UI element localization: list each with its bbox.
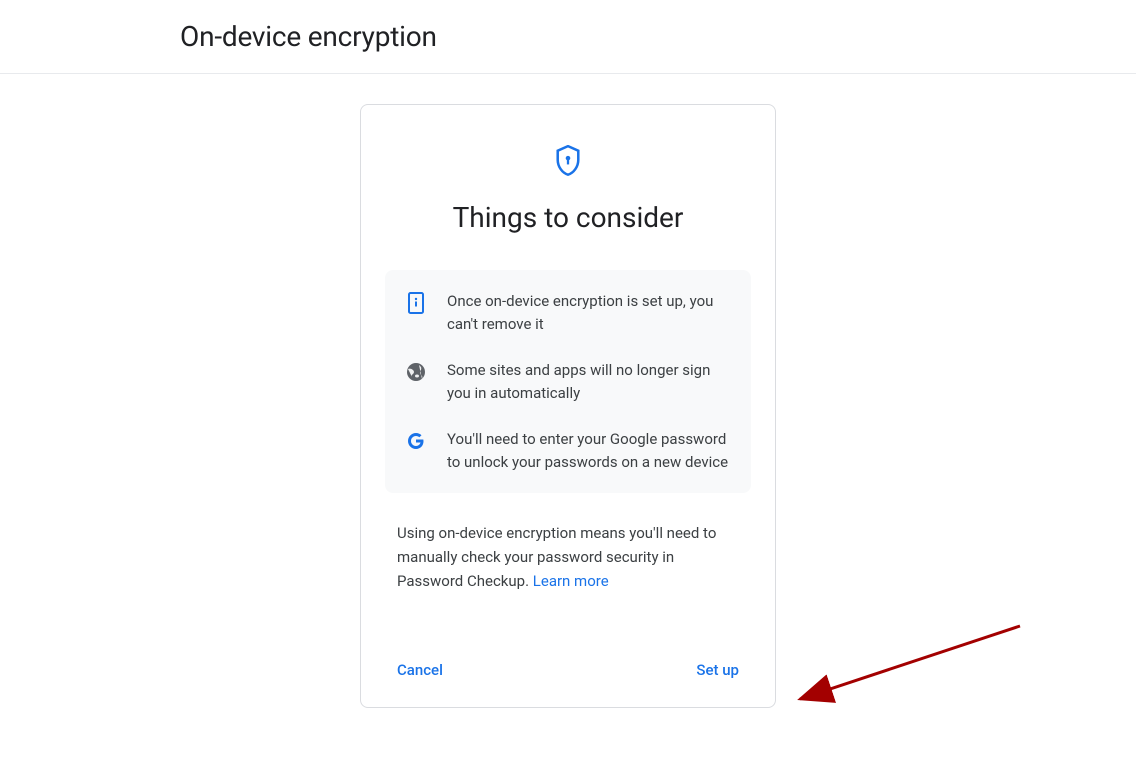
encryption-card: Things to consider Once on-device encryp…: [360, 104, 776, 708]
google-g-icon: [405, 430, 427, 452]
card-title: Things to consider: [385, 201, 751, 234]
info-box: Once on-device encryption is set up, you…: [385, 270, 751, 493]
info-item-password: You'll need to enter your Google passwor…: [405, 428, 731, 473]
phone-info-icon: [405, 292, 427, 314]
shield-icon: [385, 145, 751, 177]
info-item-permanent: Once on-device encryption is set up, you…: [405, 290, 731, 335]
info-text-permanent: Once on-device encryption is set up, you…: [447, 290, 731, 335]
cancel-button[interactable]: Cancel: [397, 657, 443, 683]
learn-more-link[interactable]: Learn more: [533, 572, 609, 590]
footer-text: Using on-device encryption means you'll …: [385, 521, 751, 593]
info-item-signin: Some sites and apps will no longer sign …: [405, 359, 731, 404]
globe-icon: [405, 361, 427, 383]
info-text-password: You'll need to enter your Google passwor…: [447, 428, 731, 473]
button-row: Cancel Set up: [385, 657, 751, 683]
setup-button[interactable]: Set up: [696, 657, 739, 683]
page-title: On-device encryption: [180, 20, 1136, 53]
info-text-signin: Some sites and apps will no longer sign …: [447, 359, 731, 404]
arrow-annotation: [790, 614, 1030, 724]
page-header: On-device encryption: [0, 0, 1136, 74]
